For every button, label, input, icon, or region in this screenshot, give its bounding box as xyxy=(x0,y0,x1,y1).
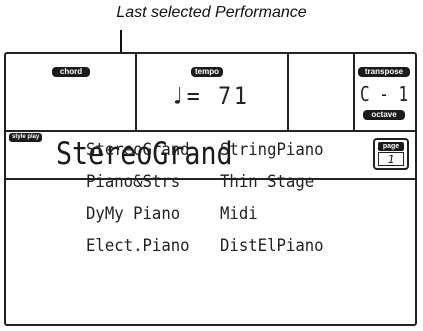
performance-item[interactable]: Thin Stage xyxy=(220,167,340,197)
octave-label: octave xyxy=(363,110,405,120)
tempo-label: tempo xyxy=(191,67,223,77)
page-label: page xyxy=(378,142,404,151)
page-indicator[interactable]: page 1 xyxy=(373,138,409,170)
performance-item[interactable]: StereoGrand xyxy=(86,135,206,165)
list-row: DyMy Piano Midi xyxy=(86,198,376,230)
performance-item[interactable]: Piano&Strs xyxy=(86,167,206,197)
transpose-cell[interactable]: transpose C - 1 octave xyxy=(355,54,415,130)
transpose-label: transpose xyxy=(358,67,410,77)
transpose-value: C - 1 xyxy=(360,82,409,106)
performance-item[interactable]: StringPiano xyxy=(220,135,340,165)
tempo-cell[interactable]: tempo ♩= 71 xyxy=(137,54,289,130)
page-number: 1 xyxy=(378,152,404,166)
status-bar: chord tempo ♩= 71 transpose C - 1 octave xyxy=(6,54,415,132)
performance-item[interactable]: DistElPiano xyxy=(220,231,340,261)
list-row: StereoGrand StringPiano xyxy=(86,134,376,166)
chord-label: chord xyxy=(52,67,90,77)
mode-tag: style play xyxy=(9,133,43,142)
performance-item[interactable]: Midi xyxy=(220,199,340,229)
performance-item[interactable]: DyMy Piano xyxy=(86,199,206,229)
empty-cell xyxy=(289,54,355,130)
annotation-caption: Last selected Performance xyxy=(116,4,307,21)
performance-list: StereoGrand StringPiano Piano&Strs Thin … xyxy=(86,134,376,262)
chord-cell: chord xyxy=(6,54,137,130)
list-row: Elect.Piano DistElPiano xyxy=(86,230,376,262)
performance-item[interactable]: Elect.Piano xyxy=(86,231,206,261)
list-row: Piano&Strs Thin Stage xyxy=(86,166,376,198)
tempo-value: ♩= 71 xyxy=(171,82,250,110)
